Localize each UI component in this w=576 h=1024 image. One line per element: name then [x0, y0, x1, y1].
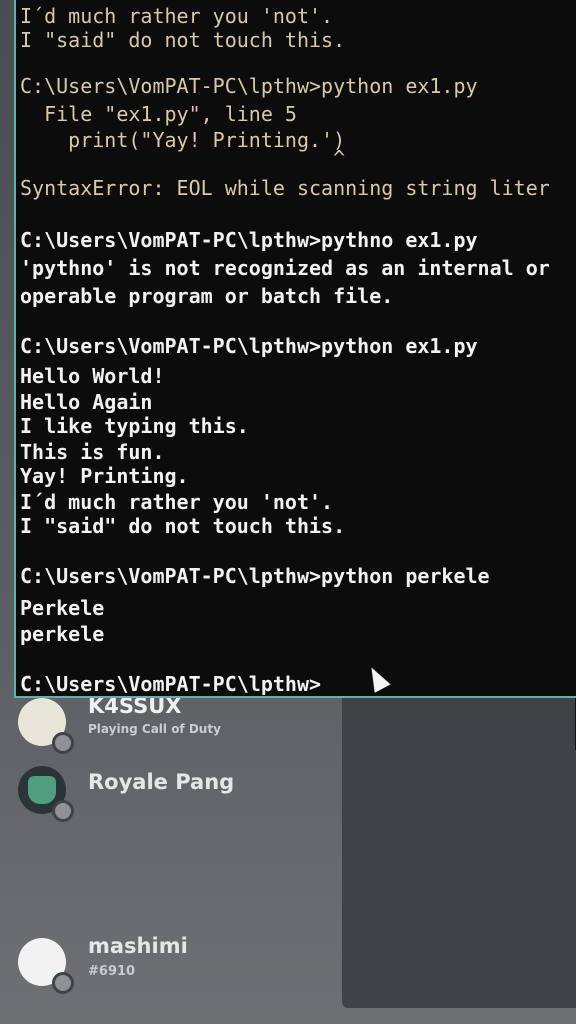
status-dot-icon: [52, 800, 74, 822]
console-line: Yay! Printing.: [20, 464, 189, 488]
member-item-mashimi[interactable]: mashimi #6910: [0, 930, 234, 994]
console-line: ^: [20, 146, 346, 170]
console-line: I "said" do not touch this.: [20, 514, 346, 538]
status-dot-icon: [52, 972, 74, 994]
member-name: mashimi: [88, 934, 188, 958]
console-prompt[interactable]: C:\Users\VomPAT-PC\lpthw>: [20, 672, 321, 696]
member-item-royale-pang[interactable]: Royale Pang: [0, 758, 235, 822]
console-line: Hello World!: [20, 364, 165, 388]
crest-icon: [28, 776, 56, 804]
member-item-k4ssux[interactable]: K4SSUX Playing Call of Duty: [0, 690, 234, 754]
console-line: SyntaxError: EOL while scanning string l…: [20, 176, 550, 200]
console-line: File "ex1.py", line 5: [20, 102, 297, 126]
console-line: C:\Users\VomPAT-PC\lpthw>python perkele: [20, 564, 490, 588]
status-dot-icon: [52, 732, 74, 754]
member-name: Royale Pang: [88, 770, 235, 794]
console-line: I´d much rather you 'not'.: [20, 490, 334, 514]
discord-member-list: [342, 680, 576, 1008]
console-line: C:\Users\VomPAT-PC\lpthw>pythno ex1.py: [20, 228, 478, 252]
console-line: 'pythno' is not recognized as an interna…: [20, 256, 550, 280]
member-tag: #6910: [88, 964, 136, 979]
command-prompt-window[interactable]: I´d much rather you 'not'. I "said" do n…: [14, 0, 576, 698]
console-line: I´d much rather you 'not'.: [20, 4, 334, 28]
console-line: Perkele: [20, 596, 105, 620]
console-line: Hello Again: [20, 390, 153, 414]
console-line: I like typing this.: [20, 414, 249, 438]
console-line: C:\Users\VomPAT-PC\lpthw>python ex1.py: [20, 334, 478, 358]
member-activity: Playing Call of Duty: [88, 722, 221, 736]
console-line: This is fun.: [20, 440, 165, 464]
console-line: C:\Users\VomPAT-PC\lpthw>python ex1.py: [20, 74, 478, 98]
console-line: I "said" do not touch this.: [20, 28, 346, 52]
console-line: perkele: [20, 622, 105, 646]
console-line: operable program or batch file.: [20, 284, 394, 308]
